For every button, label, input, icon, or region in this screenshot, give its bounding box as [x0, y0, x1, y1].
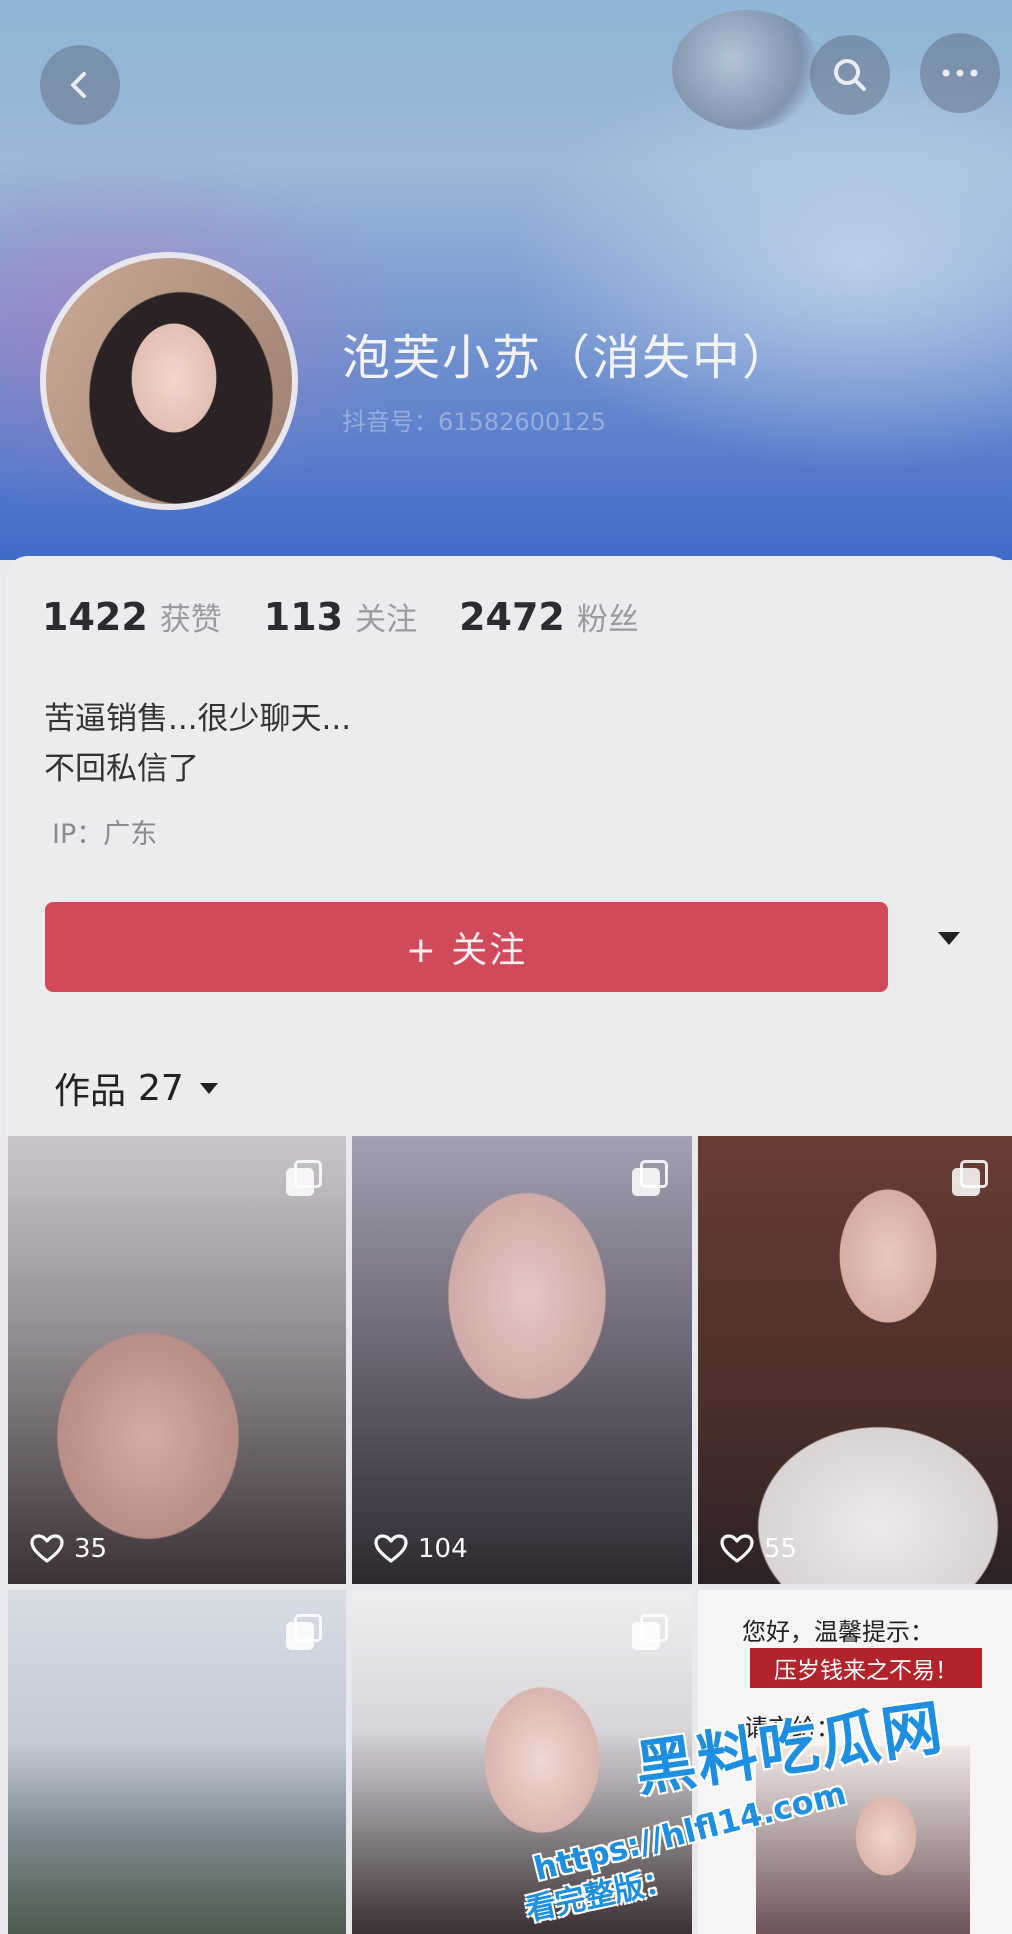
work-tile[interactable] — [8, 1590, 346, 1934]
tile-greeting: 您好，温馨提示： — [742, 1618, 934, 1646]
multi-image-icon — [632, 1160, 668, 1196]
avatar[interactable] — [40, 252, 298, 510]
more-icon — [942, 69, 978, 77]
work-tile[interactable]: 35 — [8, 1136, 346, 1584]
stat-label: 获赞 — [159, 602, 222, 638]
profile-stats: 1422 获赞 113 关注 2472 粉丝 — [42, 594, 681, 639]
caret-down-icon — [199, 1082, 218, 1094]
back-button[interactable] — [40, 45, 120, 125]
like-count-value: 104 — [418, 1534, 468, 1564]
works-grid: 35 104 55 您好，温馨提示： 压岁钱来之不易！ 请交给： — [8, 1136, 1012, 1934]
like-count: 104 — [374, 1534, 468, 1564]
tile-banner: 压岁钱来之不易！ — [750, 1648, 982, 1688]
like-count: 35 — [30, 1534, 107, 1564]
like-count-value: 35 — [74, 1534, 108, 1564]
ip-location: IP：广东 — [52, 819, 158, 850]
stat-likes[interactable]: 1422 获赞 — [42, 594, 222, 639]
bio-line: 苦逼销售...很少聊天... — [44, 701, 352, 737]
profile-bio: 苦逼销售...很少聊天... 不回私信了 — [44, 694, 351, 794]
stat-value: 2472 — [459, 595, 565, 639]
tab-works[interactable]: 作品 27 — [54, 1062, 218, 1114]
heart-icon — [374, 1534, 408, 1563]
heart-icon — [720, 1534, 754, 1563]
back-icon — [71, 72, 86, 98]
work-tile[interactable]: 104 — [352, 1136, 692, 1584]
caret-down-icon[interactable] — [938, 932, 960, 945]
stat-value: 1422 — [42, 595, 148, 639]
header-decoration — [672, 10, 822, 130]
more-button[interactable] — [920, 33, 1000, 113]
stat-value: 113 — [263, 595, 344, 639]
follow-button[interactable]: + 关注 — [45, 902, 888, 992]
work-tile[interactable]: 55 — [698, 1136, 1012, 1584]
multi-image-icon — [286, 1614, 322, 1650]
stat-label: 关注 — [355, 602, 418, 638]
like-count-value: 55 — [764, 1534, 798, 1564]
bio-line: 不回私信了 — [44, 751, 199, 787]
search-icon — [834, 59, 866, 91]
stat-followers[interactable]: 2472 粉丝 — [459, 594, 639, 639]
stat-label: 粉丝 — [576, 602, 639, 638]
heart-icon — [30, 1534, 64, 1563]
multi-image-icon — [286, 1160, 322, 1196]
like-count: 55 — [720, 1534, 797, 1564]
works-count: 27 — [138, 1067, 184, 1109]
profile-name: 泡芙小苏（消失中） — [342, 330, 793, 386]
multi-image-icon — [952, 1160, 988, 1196]
multi-image-icon — [632, 1614, 668, 1650]
profile-handle[interactable]: 抖音号：61582600125 — [342, 402, 606, 437]
search-button[interactable] — [810, 35, 890, 115]
tab-works-label: 作品 — [54, 1071, 127, 1112]
stat-following[interactable]: 113 关注 — [264, 594, 417, 639]
